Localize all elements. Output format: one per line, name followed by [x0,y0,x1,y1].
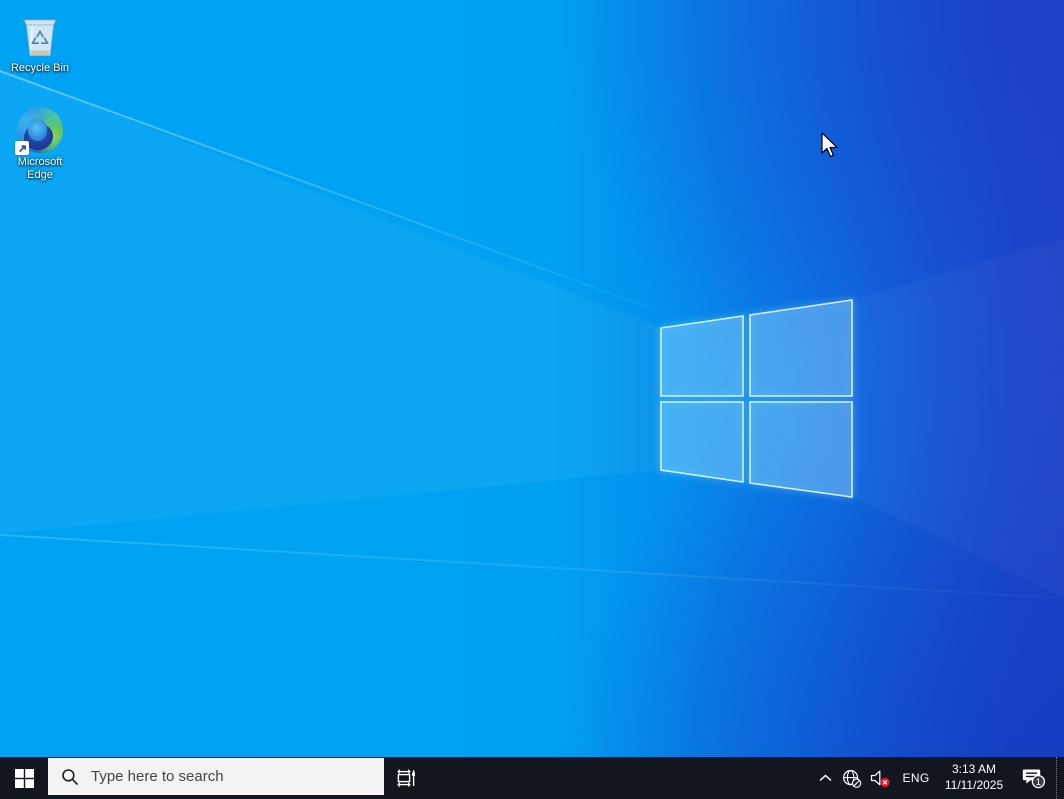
start-button[interactable] [0,757,48,799]
shortcut-arrow-icon [15,141,29,155]
clock-time: 3:13 AM [951,762,997,777]
show-desktop-button[interactable] [1056,757,1064,799]
edge-icon [15,107,63,155]
action-center-button[interactable]: 1 [1012,757,1056,799]
windows-desktop: { "desktop": { "icons": [ { "label": "Re… [0,0,1064,799]
network-status-button[interactable] [838,757,865,799]
recycle-bin-icon [17,12,63,58]
mouse-cursor-icon [821,132,838,158]
desktop-icon-microsoft-edge[interactable]: Microsoft Edge [1,107,79,183]
task-view-icon [397,769,415,787]
language-indicator[interactable]: ENG [896,757,936,799]
chevron-up-icon [818,774,832,782]
taskbar: ENG 3:13 AM 11/11/2025 1 [0,757,1064,799]
desktop-icon-label: Microsoft Edge [17,156,63,182]
notification-icon: 1 [1022,769,1046,788]
windows-logo [660,299,853,498]
desktop-icon-recycle-bin[interactable]: Recycle Bin [1,12,79,76]
search-icon [62,768,78,785]
clock-date: 11/11/2025 [944,778,1004,792]
task-view-button[interactable] [384,757,428,799]
volume-muted-button[interactable] [865,757,896,799]
svg-text:1: 1 [1036,777,1041,788]
system-tray: ENG 3:13 AM 11/11/2025 1 [812,757,1064,799]
clock[interactable]: 3:13 AM 11/11/2025 [936,757,1012,799]
language-label: ENG [902,771,930,785]
windows-start-icon [14,768,34,788]
search-input[interactable] [91,768,384,785]
notification-badge: 1 [1031,774,1046,788]
desktop-icon-label: Recycle Bin [10,62,70,74]
speaker-muted-icon [870,770,890,787]
show-hidden-icons-button[interactable] [812,757,838,799]
taskbar-search[interactable] [48,758,384,795]
globe-no-internet-icon [842,769,861,788]
